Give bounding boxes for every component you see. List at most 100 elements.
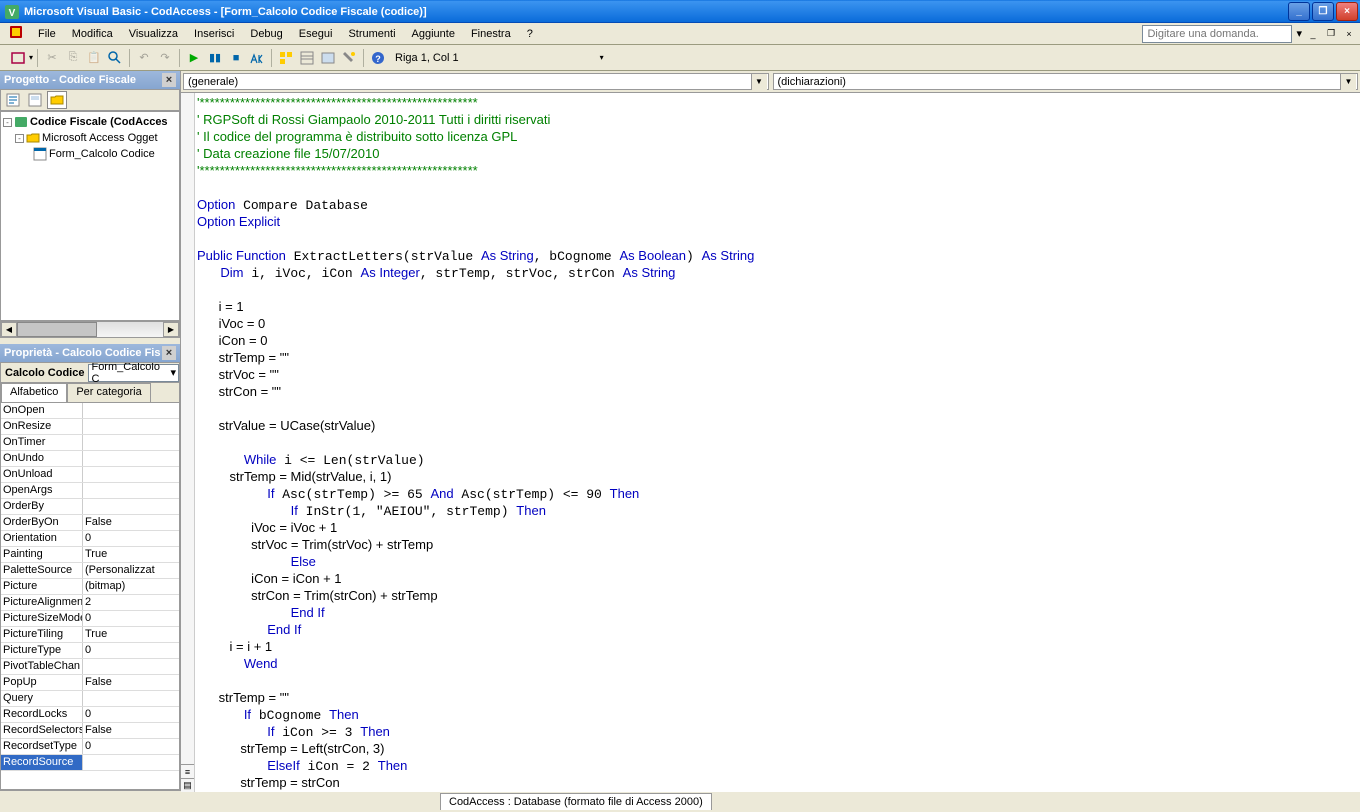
menu-run[interactable]: Esegui xyxy=(291,26,341,42)
tree-folder[interactable]: - Microsoft Access Ogget xyxy=(3,130,177,146)
property-row[interactable]: OnOpen xyxy=(1,403,179,419)
property-row[interactable]: PictureType0 xyxy=(1,643,179,659)
menu-bar: File Modifica Visualizza Inserisci Debug… xyxy=(0,23,1360,45)
property-row[interactable]: PictureTilingTrue xyxy=(1,627,179,643)
design-mode-button[interactable] xyxy=(247,48,267,68)
property-row[interactable]: PopUpFalse xyxy=(1,675,179,691)
title-text: Microsoft Visual Basic - CodAccess - [Fo… xyxy=(24,6,427,18)
undo-button[interactable]: ↶ xyxy=(134,48,154,68)
cut-button[interactable]: ✂ xyxy=(42,48,62,68)
property-row[interactable]: OrderByOnFalse xyxy=(1,515,179,531)
view-access-button[interactable] xyxy=(8,48,28,68)
code-text[interactable]: '***************************************… xyxy=(195,93,1360,792)
property-row[interactable]: PaletteSource(Personalizzat xyxy=(1,563,179,579)
askbox-dropdown-icon[interactable]: ▾ xyxy=(1296,27,1302,40)
cursor-position: Riga 1, Col 1 xyxy=(395,52,459,64)
dropdown-icon[interactable]: ▼ xyxy=(1340,74,1356,90)
menu-edit[interactable]: Modifica xyxy=(64,26,121,42)
property-row[interactable]: PictureSizeMode0 xyxy=(1,611,179,627)
mdi-restore-button[interactable]: ❐ xyxy=(1324,27,1338,40)
object-combo[interactable]: (generale) ▼ xyxy=(183,73,769,90)
mdi-minimize-button[interactable]: _ xyxy=(1306,27,1320,40)
project-icon xyxy=(14,115,28,129)
close-button[interactable]: × xyxy=(1336,2,1358,21)
property-row[interactable]: PaintingTrue xyxy=(1,547,179,563)
property-row[interactable]: PivotTableChan xyxy=(1,659,179,675)
tree-root[interactable]: - Codice Fiscale (CodAcces xyxy=(3,114,177,130)
redo-button[interactable]: ↷ xyxy=(155,48,175,68)
code-margin: ≡ ▤ xyxy=(181,93,195,792)
property-object-selector[interactable]: Calcolo Codice Form_Calcolo C▾ xyxy=(1,363,179,383)
view-code-button[interactable] xyxy=(3,91,23,109)
project-tree[interactable]: - Codice Fiscale (CodAcces - Microsoft A… xyxy=(0,111,180,321)
project-panel-title: Progetto - Codice Fiscale × xyxy=(0,71,180,89)
full-module-view-button[interactable]: ▤ xyxy=(181,778,194,792)
property-row[interactable]: OnResize xyxy=(1,419,179,435)
property-row[interactable]: Orientation0 xyxy=(1,531,179,547)
property-row[interactable]: OnUnload xyxy=(1,467,179,483)
menu-view[interactable]: Visualizza xyxy=(121,26,186,42)
menu-tools[interactable]: Strumenti xyxy=(340,26,403,42)
menu-help[interactable]: ? xyxy=(519,26,541,42)
app-icon: V xyxy=(4,4,20,20)
object-browser-button[interactable] xyxy=(318,48,338,68)
svg-text:?: ? xyxy=(375,54,381,64)
dropdown-icon[interactable]: ▼ xyxy=(751,74,767,90)
properties-grid[interactable]: OnOpenOnResizeOnTimerOnUndoOnUnloadOpenA… xyxy=(1,403,179,789)
collapse-icon[interactable]: - xyxy=(3,118,12,127)
copy-button[interactable]: ⎘ xyxy=(63,48,83,68)
toggle-folders-button[interactable] xyxy=(47,91,67,109)
pause-button[interactable]: ▮▮ xyxy=(205,48,225,68)
property-row[interactable]: Picture(bitmap) xyxy=(1,579,179,595)
property-row[interactable]: OnTimer xyxy=(1,435,179,451)
menu-debug[interactable]: Debug xyxy=(242,26,290,42)
property-row[interactable]: RecordLocks0 xyxy=(1,707,179,723)
property-row[interactable]: PictureAlignmen2 xyxy=(1,595,179,611)
menu-insert[interactable]: Inserisci xyxy=(186,26,242,42)
procedure-combo[interactable]: (dichiarazioni) ▼ xyxy=(773,73,1359,90)
properties-window-button[interactable] xyxy=(297,48,317,68)
property-row[interactable]: OnUndo xyxy=(1,451,179,467)
db-tab[interactable]: CodAccess : Database (formato file di Ac… xyxy=(440,793,712,810)
view-object-button[interactable] xyxy=(25,91,45,109)
procedure-view-button[interactable]: ≡ xyxy=(181,764,194,778)
ask-question-input[interactable] xyxy=(1142,25,1292,43)
minimize-button[interactable]: _ xyxy=(1288,2,1310,21)
property-row[interactable]: OrderBy xyxy=(1,499,179,515)
property-row[interactable]: RecordSource xyxy=(1,755,179,771)
maximize-button[interactable]: ❐ xyxy=(1312,2,1334,21)
find-button[interactable] xyxy=(105,48,125,68)
scroll-left-icon[interactable]: ◀ xyxy=(1,322,17,337)
dropdown-icon[interactable]: ▾ xyxy=(170,366,176,379)
mdi-close-button[interactable]: × xyxy=(1342,27,1356,40)
vb-icon xyxy=(8,24,24,43)
toolbar: ▾ ✂ ⎘ 📋 ↶ ↷ ▶ ▮▮ ■ ? Riga 1, Col 1 ▾ xyxy=(0,45,1360,71)
menu-addons[interactable]: Aggiunte xyxy=(404,26,463,42)
property-row[interactable]: OpenArgs xyxy=(1,483,179,499)
project-hscroll[interactable]: ◀ ▶ xyxy=(0,321,180,338)
help-button[interactable]: ? xyxy=(368,48,388,68)
folder-icon xyxy=(26,131,40,145)
property-row[interactable]: Query xyxy=(1,691,179,707)
paste-button[interactable]: 📋 xyxy=(84,48,104,68)
project-explorer-button[interactable] xyxy=(276,48,296,68)
properties-panel-close-button[interactable]: × xyxy=(162,346,176,360)
title-bar: V Microsoft Visual Basic - CodAccess - [… xyxy=(0,0,1360,23)
property-row[interactable]: RecordsetType0 xyxy=(1,739,179,755)
tab-categorized[interactable]: Per categoria xyxy=(67,383,150,402)
tree-form[interactable]: Form_Calcolo Codice xyxy=(3,146,177,162)
menu-file[interactable]: File xyxy=(30,26,64,42)
project-panel-close-button[interactable]: × xyxy=(162,73,176,87)
properties-panel-title: Proprietà - Calcolo Codice Fis × xyxy=(0,344,180,362)
property-row[interactable]: RecordSelectorsFalse xyxy=(1,723,179,739)
scroll-right-icon[interactable]: ▶ xyxy=(163,322,179,337)
menu-window[interactable]: Finestra xyxy=(463,26,519,42)
run-button[interactable]: ▶ xyxy=(184,48,204,68)
status-bar: CodAccess : Database (formato file di Ac… xyxy=(0,790,1360,812)
stop-button[interactable]: ■ xyxy=(226,48,246,68)
project-toolbar xyxy=(0,89,180,111)
collapse-icon[interactable]: - xyxy=(15,134,24,143)
tab-alphabetic[interactable]: Alfabetico xyxy=(1,383,67,402)
toolbox-button[interactable] xyxy=(339,48,359,68)
code-editor[interactable]: ≡ ▤ '***********************************… xyxy=(181,93,1360,792)
